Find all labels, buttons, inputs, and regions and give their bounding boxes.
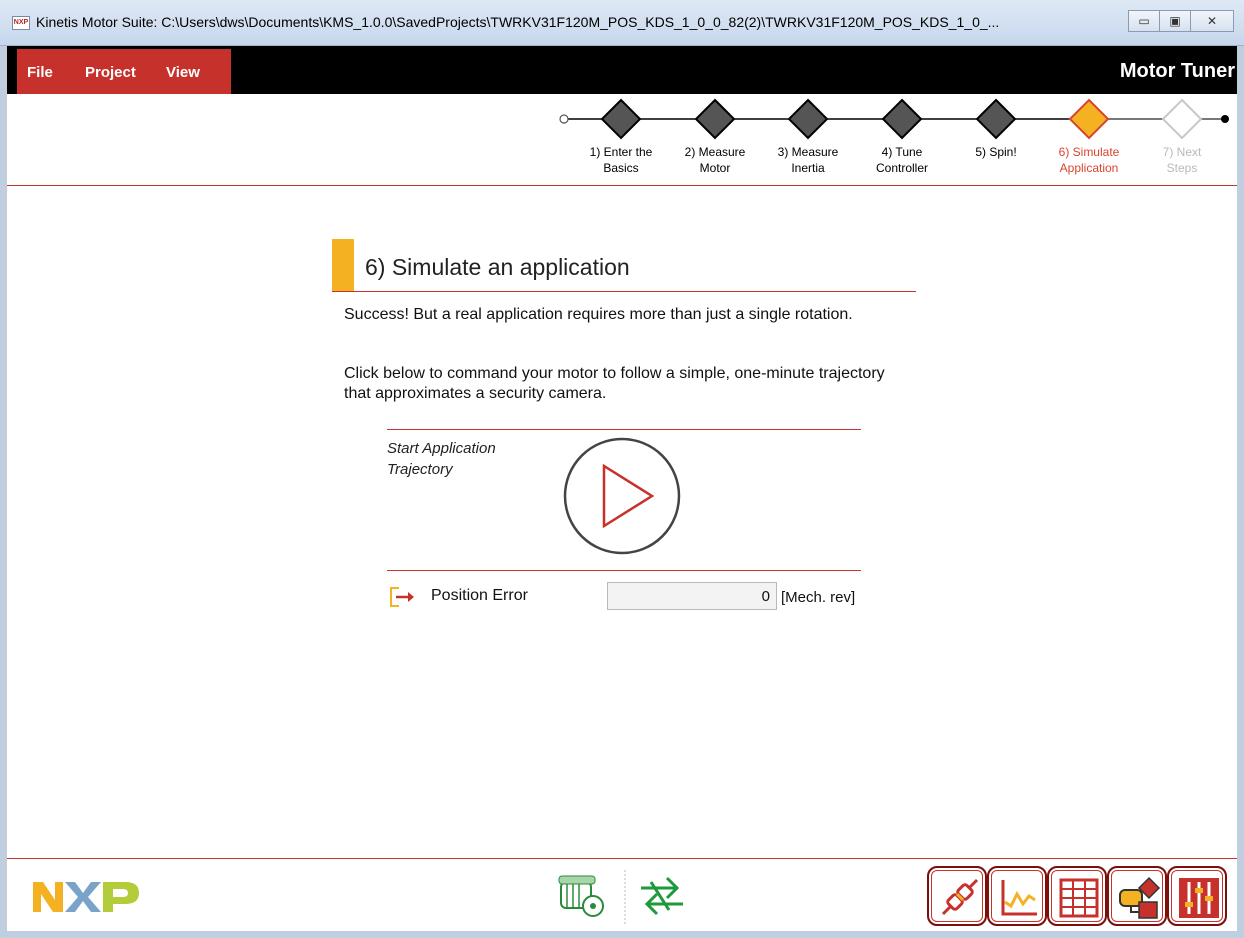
sliders-tool-button[interactable] bbox=[1167, 866, 1227, 926]
step-6-diamond[interactable] bbox=[1068, 98, 1110, 140]
scope-icon bbox=[1001, 880, 1037, 916]
window-titlebar: NXP Kinetis Motor Suite: C:\Users\dws\Do… bbox=[0, 0, 1244, 46]
step-7-line2: Steps bbox=[1166, 161, 1198, 175]
app-title: Motor Tuner bbox=[1119, 60, 1235, 82]
connection-tool-button[interactable] bbox=[927, 866, 987, 926]
start-trajectory-button[interactable] bbox=[562, 436, 682, 556]
section-divider bbox=[332, 291, 916, 292]
close-button[interactable]: ✕ bbox=[1190, 10, 1234, 32]
table-tool-button[interactable] bbox=[1047, 866, 1107, 926]
step-4-line1: 4) Tune bbox=[881, 145, 923, 159]
step-2-label[interactable]: 2) Measure Motor bbox=[670, 144, 760, 176]
step-5-diamond[interactable] bbox=[975, 98, 1017, 140]
position-error-label: Position Error bbox=[431, 587, 528, 604]
step-7-line1: 7) Next bbox=[1162, 145, 1202, 159]
menu-view[interactable]: View bbox=[166, 64, 200, 81]
minimize-button[interactable]: ▭ bbox=[1128, 10, 1160, 32]
start-label-line1: Start Application bbox=[387, 440, 496, 457]
menu-file[interactable]: File bbox=[27, 64, 53, 81]
step-4-label[interactable]: 4) Tune Controller bbox=[857, 144, 947, 176]
data-exchange-icon bbox=[641, 876, 683, 916]
section-accent-bar bbox=[332, 239, 354, 291]
menu-bar: File Project View Motor Tuner bbox=[7, 46, 1237, 94]
step-5-label[interactable]: 5) Spin! bbox=[951, 144, 1041, 160]
flowchart-tool-button[interactable] bbox=[1107, 866, 1167, 926]
sliders-icon bbox=[1179, 878, 1219, 918]
window-controls: ▭ ▣ ✕ bbox=[1128, 10, 1234, 32]
step-5-line1: 5) Spin! bbox=[975, 145, 1017, 159]
play-icon bbox=[563, 437, 681, 555]
position-error-field: 0 bbox=[607, 582, 777, 610]
start-trajectory-label: Start Application Trajectory bbox=[387, 438, 496, 480]
step-7-label: 7) Next Steps bbox=[1137, 144, 1227, 176]
app-icon: NXP bbox=[12, 16, 30, 30]
footer-divider bbox=[7, 858, 1237, 859]
step-2-diamond[interactable] bbox=[694, 98, 736, 140]
step-3-line2: Inertia bbox=[791, 161, 825, 175]
step-4-line2: Controller bbox=[875, 161, 929, 175]
step-2-line1: 2) Measure bbox=[684, 145, 746, 159]
workflow-stepper: 1) Enter the Basics 2) Measure Motor 3) … bbox=[7, 94, 1237, 186]
window-title: Kinetis Motor Suite: C:\Users\dws\Docume… bbox=[36, 14, 1000, 30]
step-4-diamond[interactable] bbox=[881, 98, 923, 140]
step-1-label[interactable]: 1) Enter the Basics bbox=[576, 144, 666, 176]
step-1-line2: Basics bbox=[603, 161, 639, 175]
step-2-line2: Motor bbox=[699, 161, 731, 175]
menu-project[interactable]: Project bbox=[85, 64, 136, 81]
step-6-line1: 6) Simulate bbox=[1058, 145, 1120, 159]
start-label-line2: Trajectory bbox=[387, 461, 453, 478]
connection-icon bbox=[941, 878, 979, 916]
instruction-text: Click below to command your motor to fol… bbox=[344, 365, 885, 402]
nxp-logo bbox=[33, 882, 139, 912]
position-error-unit: [Mech. rev] bbox=[781, 589, 856, 606]
grid-table-icon bbox=[1059, 878, 1099, 918]
step-6-line2: Application bbox=[1059, 161, 1119, 175]
section-title: 6) Simulate an application bbox=[365, 254, 630, 280]
stepper-diamonds bbox=[600, 98, 1203, 140]
flowchart-icon bbox=[1119, 876, 1161, 919]
step-6-label[interactable]: 6) Simulate Application bbox=[1044, 144, 1134, 176]
step-3-line1: 3) Measure bbox=[777, 145, 839, 159]
trajectory-bottom-divider bbox=[387, 570, 861, 571]
footer-status bbox=[558, 870, 683, 924]
step-7-diamond bbox=[1161, 98, 1203, 140]
scope-tool-button[interactable] bbox=[987, 866, 1047, 926]
step-1-diamond[interactable] bbox=[600, 98, 642, 140]
step-1-line1: 1) Enter the bbox=[589, 145, 653, 159]
trajectory-top-divider bbox=[387, 429, 861, 430]
output-arrow-icon bbox=[389, 586, 415, 608]
maximize-button[interactable]: ▣ bbox=[1159, 10, 1191, 32]
success-text: Success! But a real application requires… bbox=[344, 306, 853, 323]
step-3-diamond[interactable] bbox=[787, 98, 829, 140]
motor-icon bbox=[558, 875, 604, 917]
step-3-label[interactable]: 3) Measure Inertia bbox=[763, 144, 853, 176]
app-window: File Project View Motor Tuner 1) Enter t… bbox=[7, 46, 1237, 931]
